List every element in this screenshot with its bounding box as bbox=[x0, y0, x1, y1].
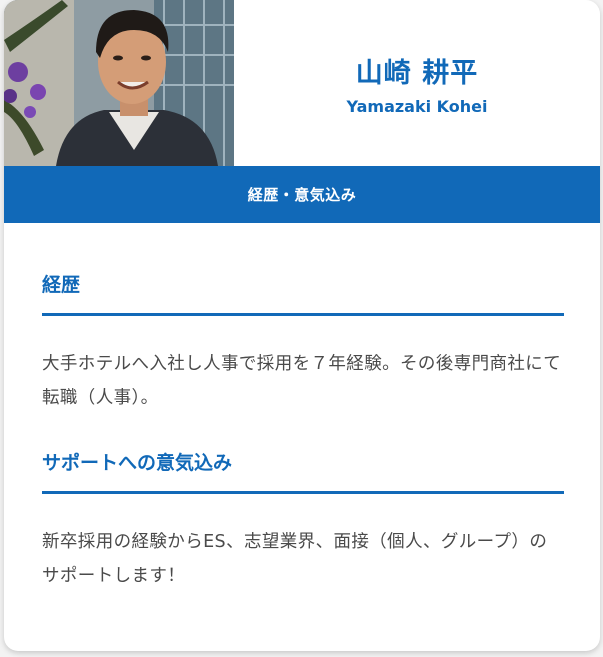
career-heading: 経歴 bbox=[42, 270, 564, 316]
name-english: Yamazaki Kohei bbox=[346, 96, 488, 116]
content-area: 経歴 大手ホテルへ入社し人事で採用を７年経験。その後専門商社にて転職（人事）。 … bbox=[42, 223, 564, 593]
career-text: 大手ホテルへ入社し人事で採用を７年経験。その後専門商社にて転職（人事）。 bbox=[42, 354, 562, 408]
section-band-label: 経歴・意気込み bbox=[247, 186, 357, 204]
profile-photo bbox=[4, 0, 234, 166]
profile-card: 山崎 耕平 Yamazaki Kohei 経歴・意気込み 経歴 大手ホテルへ入社… bbox=[4, 0, 600, 651]
section-band: 経歴・意気込み bbox=[4, 166, 600, 223]
motivation-text: 新卒採用の経験からES、志望業界、面接（個人、グループ）のサポートします！ bbox=[42, 532, 548, 586]
name-japanese: 山崎 耕平 bbox=[355, 58, 479, 90]
portrait-image bbox=[4, 0, 234, 166]
name-block: 山崎 耕平 Yamazaki Kohei bbox=[234, 0, 600, 166]
motivation-heading: サポートへの意気込み bbox=[42, 448, 564, 494]
